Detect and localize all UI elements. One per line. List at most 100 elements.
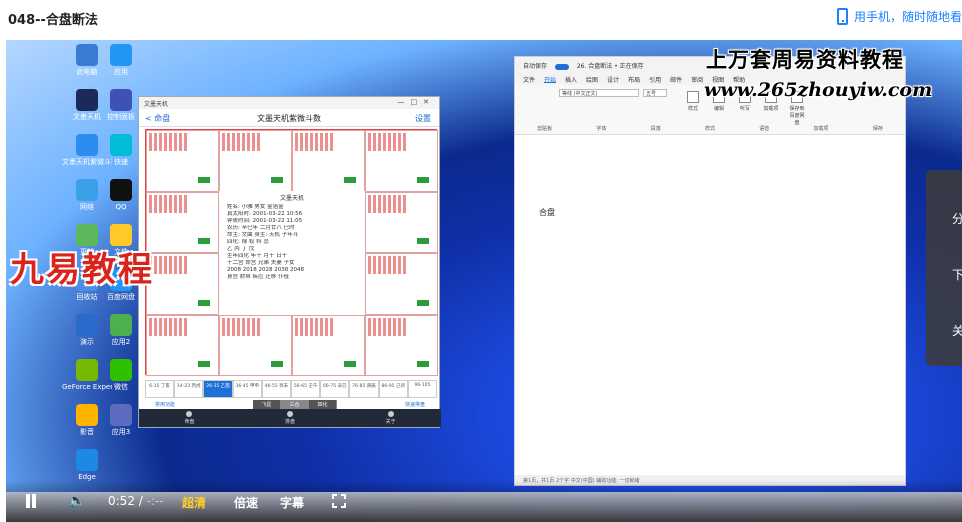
decade-cell[interactable]: 14-23 丙戌 [174,380,204,398]
chart-palace[interactable] [219,314,292,376]
chart-palace[interactable] [146,314,219,376]
bottom-nav-item[interactable]: 命盘 [169,411,209,427]
nav-icon [387,411,394,417]
app-icon [110,404,132,426]
desktop-icon-label: 应用3 [111,428,131,436]
fullscreen-icon[interactable] [332,494,346,508]
pause-icon[interactable] [24,494,38,508]
common-functions-button[interactable]: 常用功能 [155,401,175,408]
side-panel-item[interactable]: 分 [952,210,962,227]
palace-marker [198,361,210,367]
app-icon [76,404,98,426]
quick-chart-button[interactable]: 快速排盘 [405,401,425,408]
palace-stars [149,133,189,151]
document-body-text[interactable]: 合盘 [539,207,555,218]
bottom-nav-item[interactable]: 排盘 [270,411,310,427]
speed-button[interactable]: 倍速 [234,494,258,511]
decade-strip[interactable]: 6-15 丁亥 14-23 丙戌 26-35 乙酉 36-45 甲申 46-55 癸未 5… [145,380,438,398]
ziwei-app-header: < 命盘 文墨天机紫微斗数 设置 [139,109,439,127]
app-icon [110,314,132,336]
palace-stars [222,317,262,336]
bottom-nav-label: 排盘 [284,419,295,425]
video-player[interactable]: 此电脑文墨天机文墨天机紫微斗数网络更新回收站演示GeForce Experien… [6,40,962,522]
decade-cell[interactable]: 56-65 壬午 [291,380,321,398]
playback-time: 0:52 / -:-- [108,494,164,508]
settings-button[interactable]: 设置 [415,113,431,124]
ribbon-button-label: 编辑 [713,106,724,112]
palace-stars [295,133,335,151]
palace-marker [344,361,356,367]
font-select[interactable]: 等线 (中文正文) [559,89,639,97]
app-icon [76,449,98,471]
decade-cell[interactable]: 26-35 乙酉 [203,380,233,398]
decade-cell[interactable]: 86-95 己卯 [378,380,408,398]
chart-palace[interactable] [219,130,292,192]
ribbon-tab[interactable]: 绘图 [586,75,598,84]
quality-button[interactable]: 超清 [182,494,206,511]
chart-palace[interactable] [292,130,365,192]
chart-palace[interactable] [365,191,438,253]
decade-cell[interactable]: 96-105 [407,380,438,398]
ribbon-tab[interactable]: 审阅 [691,75,703,84]
decade-cell[interactable]: 6-15 丁亥 [145,380,175,398]
chart-center-line: 农历: 辛巳年 二月廿八 巳时 [227,225,295,231]
chart-palace[interactable] [146,191,219,253]
palace-stars [149,256,189,274]
palace-stars [149,317,189,336]
ribbon-tab[interactable]: 布局 [628,75,640,84]
ziwei-chart: 文墨天机 姓名: 小雅 男女 金箔金 真太阳时: 2001-03-22 10:56… [145,129,438,376]
window-controls-icon[interactable]: —□✕ [398,98,435,106]
page-title: 048--合盘断法 [8,13,98,28]
palace-stars [149,194,189,213]
desktop-icon[interactable]: Edge [62,449,112,481]
decade-cell[interactable]: 76-85 庚辰 [349,380,379,398]
decade-cell[interactable]: 66-75 辛巳 [320,380,350,398]
ribbon-tab[interactable]: 设计 [607,75,619,84]
ribbon-tab[interactable]: 开始 [544,75,557,84]
subtitle-button[interactable]: 字幕 [280,494,304,511]
volume-icon[interactable]: 🔈 [68,493,85,509]
chart-palace[interactable] [292,314,365,376]
chart-palace[interactable] [365,253,438,315]
brand-watermark: 九易教程 [10,250,154,290]
ribbon-button-label: 样式 [687,106,698,112]
word-document-page[interactable]: 合盘 [523,149,899,477]
decade-cell[interactable]: 36-45 甲申 [232,380,262,398]
palace-stars [368,256,408,274]
chart-center-line: 真太阳时: 2001-03-22 10:56 [227,211,303,217]
palace-marker [198,299,210,306]
ribbon-button[interactable]: 样式 [685,91,701,126]
side-panel-item[interactable]: 关 [952,322,962,339]
ribbon-tab[interactable]: 引用 [649,75,661,84]
watch-on-phone-link[interactable]: 用手机，随时随地看 [836,8,962,25]
ribbon-group-label: 加载项 [813,126,829,132]
ribbon-tab[interactable]: 文件 [523,75,535,84]
ribbon-tab[interactable]: 插入 [565,75,577,84]
ribbon-tab[interactable]: 邮件 [670,75,682,84]
side-panel-item[interactable]: 下 [952,266,962,283]
palace-marker [271,361,283,367]
ribbon-group-label: 剪贴板 [537,126,553,132]
ziwei-app-window[interactable]: 文墨天机 —□✕ < 命盘 文墨天机紫微斗数 设置 文墨天机 姓名: 小雅 男女… [138,96,441,428]
side-share-panel[interactable]: 分下关 [926,170,962,366]
desktop-icon-label: 应用 [114,68,128,76]
bottom-nav-item[interactable]: 关于 [371,411,411,427]
autosave-toggle[interactable] [554,63,569,70]
chart-palace[interactable] [365,314,438,376]
chart-palace[interactable] [146,253,219,315]
decade-cell[interactable]: 46-55 癸未 [261,380,292,398]
font-size-select[interactable]: 五号 [643,89,667,97]
chart-center-line: 四化: 禄 权 科 忌 [227,239,269,245]
palace-marker [198,176,210,183]
ribbon-button-icon [687,91,699,103]
player-controls: 🔈 0:52 / -:-- 超清 倍速 字幕 [6,480,962,522]
desktop-icon[interactable]: 应用 [96,44,146,76]
chart-palace[interactable] [365,130,438,192]
autosave-label: 自动保存 [523,63,548,70]
chart-center-line: 钟表时间: 2001-03-22 11:05 [227,218,303,224]
chart-palace[interactable] [146,130,219,192]
word-window[interactable]: 自动保存 26. 合盘断法 • 正在保存 文件 开始 插入 绘图 设计 布局 引用 邮件 审阅视… [514,56,906,486]
palace-marker [417,299,429,306]
duration: -:-- [146,494,164,508]
app-icon [76,359,98,381]
